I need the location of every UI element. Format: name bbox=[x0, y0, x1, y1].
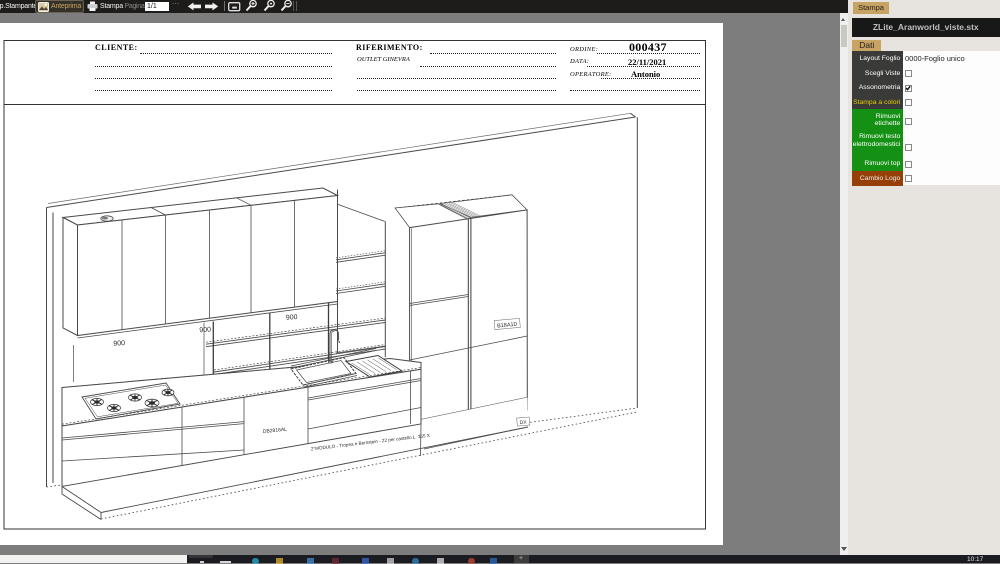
svg-text:900: 900 bbox=[286, 314, 298, 322]
svg-text:900: 900 bbox=[113, 340, 125, 348]
svg-text:DX: DX bbox=[519, 420, 527, 427]
svg-text:900: 900 bbox=[199, 326, 211, 334]
